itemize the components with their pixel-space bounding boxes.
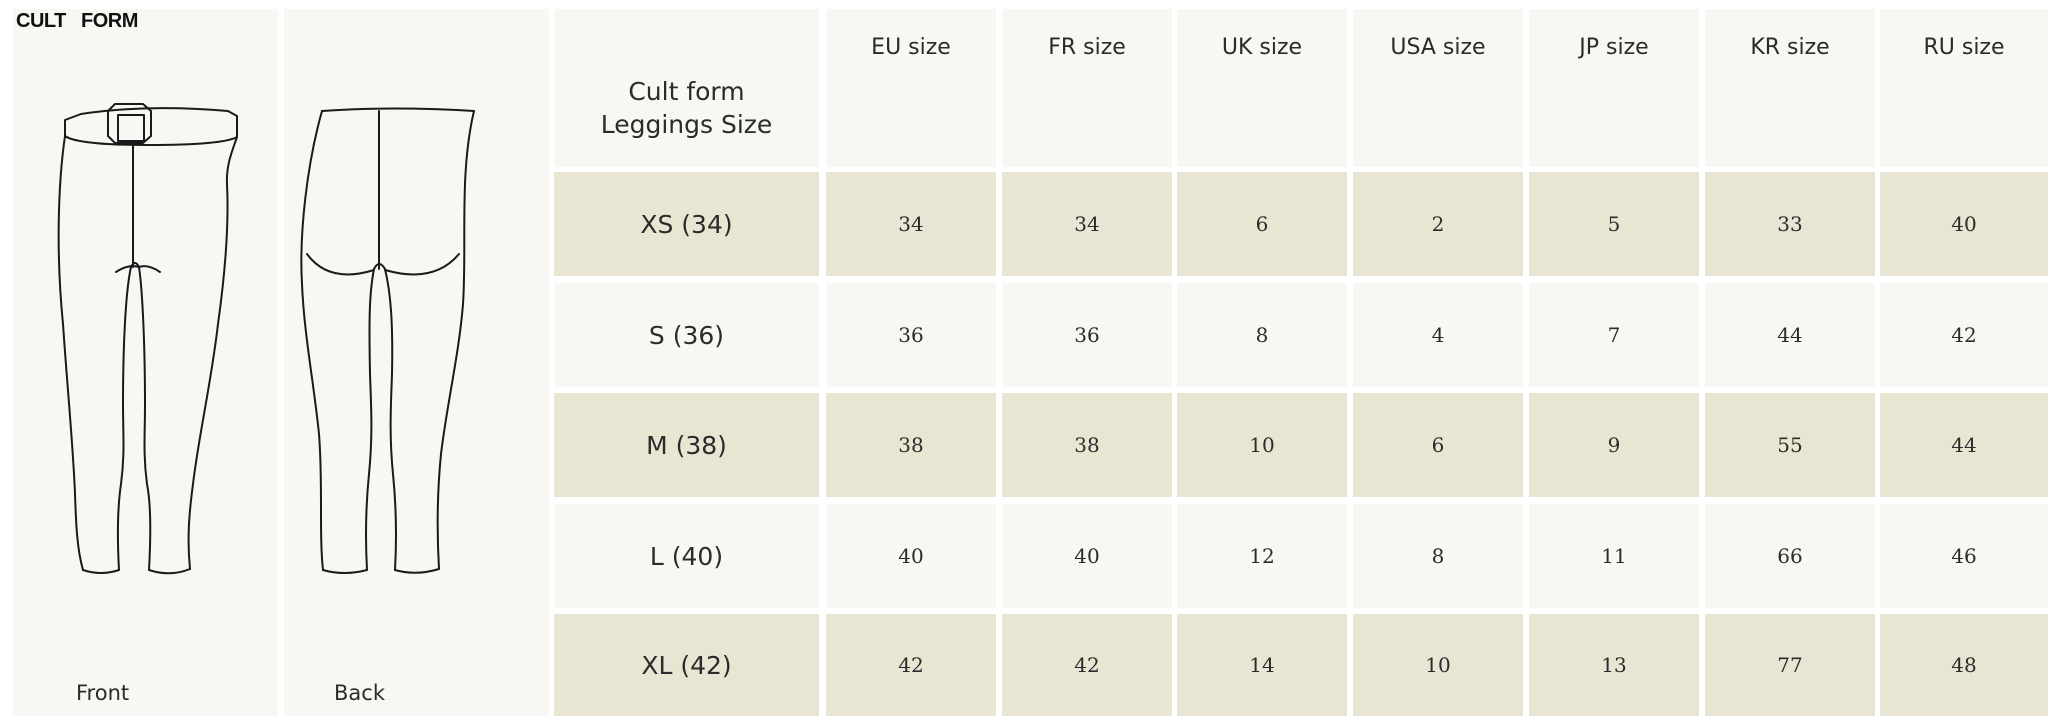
size-value-cell: 12 (1177, 504, 1347, 608)
size-value-cell: 38 (1002, 393, 1172, 497)
size-value-cell: 44 (1705, 283, 1875, 387)
size-value-cell: 7 (1529, 283, 1699, 387)
size-value-cell: 8 (1353, 504, 1523, 608)
size-value-cell: 5 (1529, 172, 1699, 276)
back-view-label: Back (334, 681, 385, 705)
size-value-cell: 77 (1705, 614, 1875, 716)
size-value-cell: 6 (1353, 393, 1523, 497)
front-view-panel: CULT FORM Front (13, 9, 278, 716)
table-corner-label: Cult form Leggings Size (554, 9, 819, 167)
column-header: JP size (1529, 9, 1699, 167)
size-value-cell: 33 (1705, 172, 1875, 276)
row-size-label: L (40) (554, 504, 819, 608)
size-value-cell: 40 (826, 504, 996, 608)
size-value-cell: 42 (1880, 283, 2048, 387)
row-size-label: M (38) (554, 393, 819, 497)
size-value-cell: 4 (1353, 283, 1523, 387)
size-value-cell: 38 (826, 393, 996, 497)
size-value-cell: 66 (1705, 504, 1875, 608)
size-value-cell: 13 (1529, 614, 1699, 716)
column-header: UK size (1177, 9, 1347, 167)
brand-logo: CULT FORM (16, 10, 138, 32)
row-size-label: XL (42) (554, 614, 819, 716)
size-value-cell: 8 (1177, 283, 1347, 387)
size-value-cell: 55 (1705, 393, 1875, 497)
size-value-cell: 10 (1353, 614, 1523, 716)
column-header: FR size (1002, 9, 1172, 167)
size-value-cell: 48 (1880, 614, 2048, 716)
size-value-cell: 10 (1177, 393, 1347, 497)
size-value-cell: 40 (1880, 172, 2048, 276)
size-value-cell: 2 (1353, 172, 1523, 276)
leggings-back-illustration (300, 107, 475, 574)
row-size-label: XS (34) (554, 172, 819, 276)
size-value-cell: 40 (1002, 504, 1172, 608)
back-view-panel: Back (284, 9, 549, 716)
size-value-cell: 36 (1002, 283, 1172, 387)
size-value-cell: 42 (1002, 614, 1172, 716)
size-value-cell: 36 (826, 283, 996, 387)
size-value-cell: 46 (1880, 504, 2048, 608)
size-value-cell: 11 (1529, 504, 1699, 608)
column-header: RU size (1880, 9, 2048, 167)
column-header: USA size (1353, 9, 1523, 167)
size-value-cell: 34 (826, 172, 996, 276)
size-value-cell: 9 (1529, 393, 1699, 497)
front-view-label: Front (76, 681, 130, 705)
size-value-cell: 44 (1880, 393, 2048, 497)
size-value-cell: 14 (1177, 614, 1347, 716)
column-header: KR size (1705, 9, 1875, 167)
column-header: EU size (826, 9, 996, 167)
leggings-front-illustration (57, 103, 238, 575)
row-size-label: S (36) (554, 283, 819, 387)
size-value-cell: 34 (1002, 172, 1172, 276)
size-value-cell: 6 (1177, 172, 1347, 276)
size-value-cell: 42 (826, 614, 996, 716)
